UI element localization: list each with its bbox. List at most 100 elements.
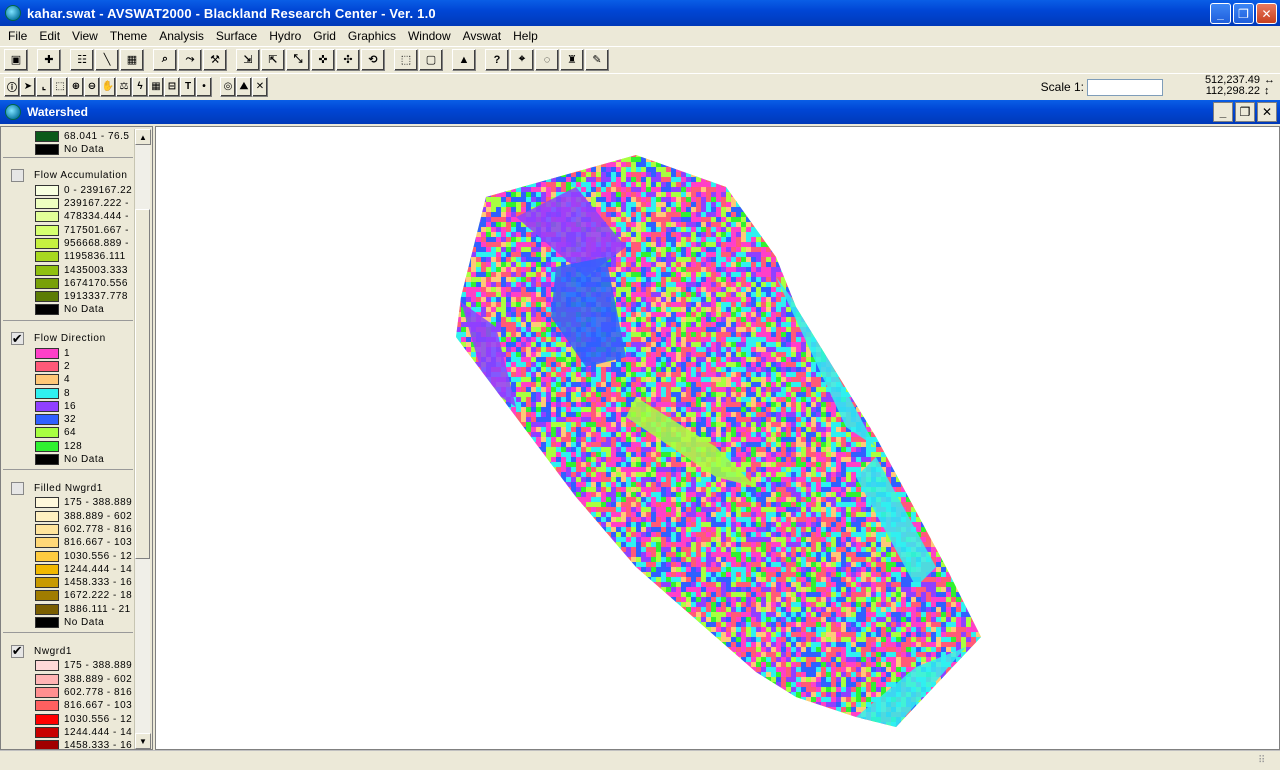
legend-entry: 1 xyxy=(3,347,133,360)
legend-swatch xyxy=(35,387,59,399)
edit-legend-icon[interactable]: ╲ xyxy=(95,48,119,71)
draw-point-icon[interactable]: • xyxy=(196,76,212,97)
scroll-up-icon[interactable]: ▲ xyxy=(135,129,151,145)
vertex-edit-icon[interactable]: ⌞ xyxy=(36,76,52,97)
locate-icon[interactable]: ⤳ xyxy=(178,48,202,71)
zoom-out-tool-icon[interactable]: ⊖ xyxy=(84,76,100,97)
legend-entry: 1913337.778 xyxy=(3,290,133,303)
maximize-button[interactable]: ❐ xyxy=(1233,3,1254,24)
zoom-previous-icon[interactable]: ⟲ xyxy=(361,48,385,71)
select-features-icon[interactable]: ⬚ xyxy=(394,48,418,71)
menu-hydro[interactable]: Hydro xyxy=(263,26,307,46)
theme-flow-accumulation[interactable]: Flow Accumulation 0 - 239167.22 239167.222… xyxy=(3,158,133,321)
add-theme-icon[interactable]: ✚ xyxy=(37,48,61,71)
menu-surface[interactable]: Surface xyxy=(210,26,263,46)
menu-file[interactable]: File xyxy=(2,26,33,46)
legend-entry: 1672.222 - 18 xyxy=(3,589,133,602)
contour-icon[interactable]: ◎ xyxy=(220,76,236,97)
slope-icon[interactable]: ⛰ xyxy=(236,76,252,97)
measure-icon[interactable]: ⚖ xyxy=(116,76,132,97)
y-arrow-icon: ↕ xyxy=(1264,85,1270,97)
menu-window[interactable]: Window xyxy=(402,26,457,46)
legend-label: 602.778 - 816 xyxy=(64,523,133,535)
query-builder-icon[interactable]: ⚒ xyxy=(203,48,227,71)
watershed-delineation-icon[interactable]: ⌖ xyxy=(510,48,534,71)
legend-entry: 1458.333 - 16 xyxy=(3,739,133,749)
flow-direction-raster[interactable] xyxy=(156,127,1279,749)
pointer-icon[interactable]: ➤ xyxy=(20,76,36,97)
legend-swatch xyxy=(35,264,59,276)
menu-theme[interactable]: Theme xyxy=(104,26,153,46)
menu-avswat[interactable]: Avswat xyxy=(457,26,507,46)
view-close-button[interactable]: ✕ xyxy=(1257,102,1277,122)
theme-header[interactable]: Filled Nwgrd1 xyxy=(3,480,133,496)
close-button[interactable]: ✕ xyxy=(1256,3,1277,24)
legend-swatch xyxy=(35,726,59,738)
scroll-thumb[interactable] xyxy=(135,209,150,559)
legend-entry: 816.667 - 103 xyxy=(3,536,133,549)
legend-label: No Data xyxy=(64,454,105,466)
theme-flow-direction[interactable]: ✔ Flow Direction 1 2 4 8 16 32 64 128 No Data xyxy=(3,321,133,471)
text-icon[interactable]: T xyxy=(180,76,196,97)
clear-selected-icon[interactable]: ▢ xyxy=(419,48,443,71)
legend-entry: 128 xyxy=(3,440,133,453)
view-title: Watershed xyxy=(27,105,88,119)
hot-link-icon[interactable]: ϟ xyxy=(132,76,148,97)
zoom-out-icon[interactable]: ✣ xyxy=(336,48,360,71)
menu-help[interactable]: Help xyxy=(507,26,544,46)
help-icon[interactable]: ? xyxy=(485,48,509,71)
legend-swatch xyxy=(35,454,59,466)
theme-filled-nwgrd1[interactable]: Filled Nwgrd1 175 - 388.889 388.889 - 602 6… xyxy=(3,470,133,634)
label-icon[interactable]: ⊟ xyxy=(164,76,180,97)
zoom-full-extent-icon[interactable]: ⇲ xyxy=(236,48,260,71)
legend-label: 1886.111 - 21 xyxy=(64,603,131,615)
menu-grid[interactable]: Grid xyxy=(307,26,342,46)
outlet-icon[interactable]: ✕ xyxy=(252,76,268,97)
histogram-icon[interactable]: ▲ xyxy=(452,48,476,71)
minimize-button[interactable]: _ xyxy=(1210,3,1231,24)
zoom-in-tool-icon[interactable]: ⊕ xyxy=(68,76,84,97)
hru-icon[interactable]: ♜ xyxy=(560,48,584,71)
area-of-interest-icon[interactable]: ▦ xyxy=(148,76,164,97)
menu-edit[interactable]: Edit xyxy=(33,26,66,46)
theme-header[interactable]: Flow Accumulation xyxy=(3,168,133,184)
zoom-active-themes-icon[interactable]: ⇱ xyxy=(261,48,285,71)
legend-label: 816.667 - 103 xyxy=(64,700,133,712)
scale-input[interactable] xyxy=(1087,78,1163,96)
map-display[interactable] xyxy=(155,126,1280,750)
theme-visibility-checkbox[interactable] xyxy=(11,169,24,183)
theme-nwgrd1[interactable]: ✔ Nwgrd1 175 - 388.889 388.889 - 602 602.778… xyxy=(3,633,133,749)
menu-analysis[interactable]: Analysis xyxy=(153,26,210,46)
zoom-in-icon[interactable]: ✜ xyxy=(311,48,335,71)
pan-icon[interactable]: ✋ xyxy=(100,76,116,97)
theme-visibility-checkbox[interactable] xyxy=(11,481,24,495)
legend-entry: 1435003.333 xyxy=(3,263,133,276)
scroll-down-icon[interactable]: ▼ xyxy=(135,733,151,749)
legend-swatch xyxy=(35,347,59,359)
theme-header[interactable]: ✔ Nwgrd1 xyxy=(3,643,133,659)
menu-view[interactable]: View xyxy=(66,26,104,46)
legend-entry: 1244.444 - 14 xyxy=(3,563,133,576)
find-icon[interactable]: ⌕ xyxy=(153,48,177,71)
open-table-icon[interactable]: ▦ xyxy=(120,48,144,71)
menu-graphics[interactable]: Graphics xyxy=(342,26,402,46)
view-minimize-button[interactable]: _ xyxy=(1213,102,1233,122)
toc-scrollbar[interactable]: ▲ ▼ xyxy=(134,129,151,749)
tool-bar: ⓘ ➤ ⌞ ⬚ ⊕ ⊖ ✋ ⚖ ϟ ▦ ⊟ T • ◎ ⛰ ✕ Scale 1:… xyxy=(0,73,1280,99)
resize-grip-icon[interactable]: ⠿ xyxy=(1258,755,1272,767)
zoom-selected-icon[interactable]: ⤡ xyxy=(286,48,310,71)
theme-header[interactable]: ✔ Flow Direction xyxy=(3,331,133,347)
legend-label: 1674170.556 xyxy=(64,277,128,289)
legend-swatch xyxy=(35,523,59,535)
legend-label: 175 - 388.889 xyxy=(64,660,133,672)
theme-visibility-checkbox[interactable]: ✔ xyxy=(11,331,24,346)
identify-icon[interactable]: ⓘ xyxy=(4,76,20,97)
view-restore-button[interactable]: ❐ xyxy=(1235,102,1255,122)
legend-entry: No Data xyxy=(3,303,133,316)
subbasin-icon[interactable]: ◌ xyxy=(535,48,559,71)
save-project-icon[interactable]: ▣ xyxy=(4,48,28,71)
theme-visibility-checkbox[interactable]: ✔ xyxy=(11,643,24,658)
select-feature-icon[interactable]: ⬚ xyxy=(52,76,68,97)
theme-properties-icon[interactable]: ☷ xyxy=(70,48,94,71)
edit-input-icon[interactable]: ✎ xyxy=(585,48,609,71)
